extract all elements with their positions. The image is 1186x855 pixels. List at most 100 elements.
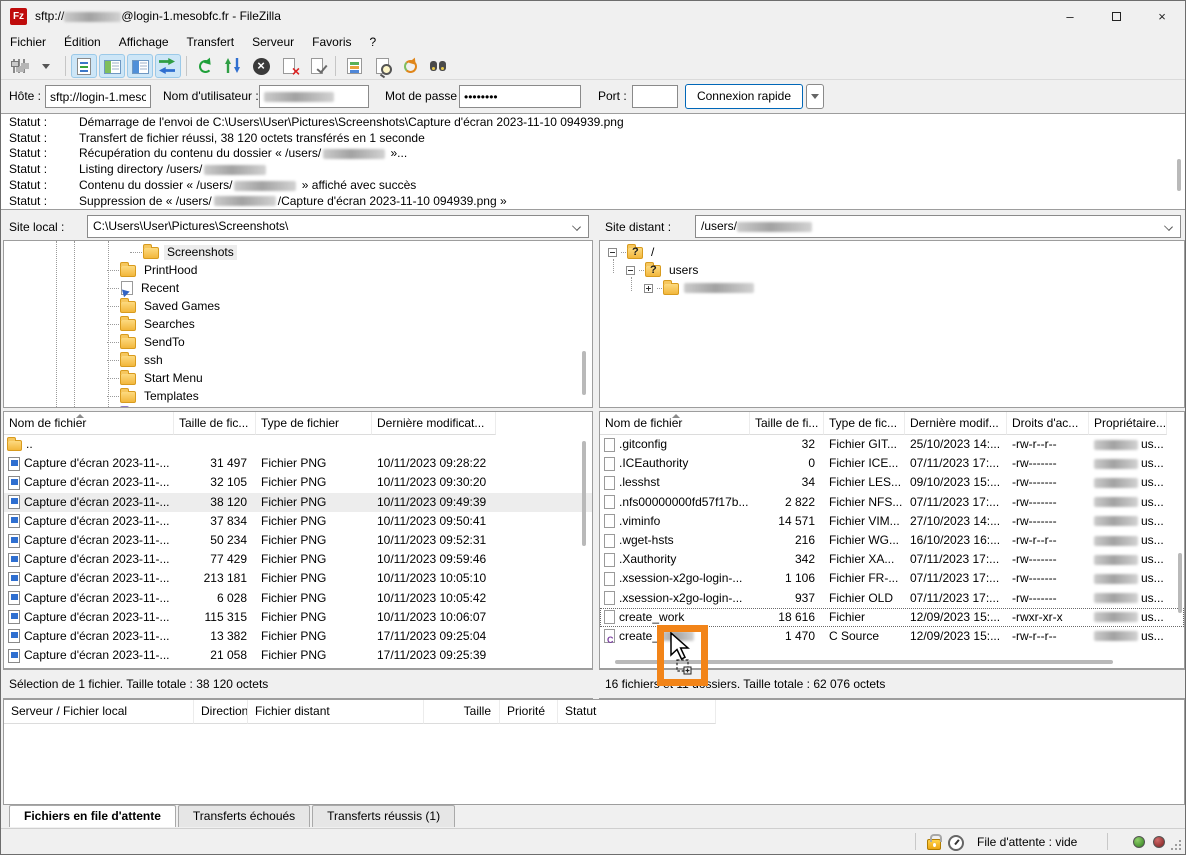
- menu-item[interactable]: Favoris: [303, 31, 360, 53]
- toggle-message-log-button[interactable]: [71, 54, 97, 78]
- column-header[interactable]: Propriétaire...: [1089, 412, 1167, 435]
- minimize-button[interactable]: –: [1047, 1, 1093, 31]
- Capture d'écran 2023-11-...[interactable]: Capture d'écran 2023-11-...38 120Fichier…: [4, 493, 592, 512]
- site-manager-button[interactable]: [6, 54, 32, 78]
- column-header[interactable]: Statut: [558, 700, 716, 724]
- directory-listing-filters-button[interactable]: [369, 54, 395, 78]
- synchronized-browsing-button[interactable]: [397, 54, 423, 78]
- queue-tab[interactable]: Fichiers en file d'attente: [9, 805, 176, 827]
- column-header[interactable]: Dernière modif...: [905, 412, 1007, 435]
- column-header[interactable]: Taille de fi...: [750, 412, 824, 435]
- column-header[interactable]: Nom de fichier: [600, 412, 750, 435]
- local-tree-item[interactable]: Start Menu: [4, 369, 592, 387]
- Capture d'écran 2023-11-...[interactable]: Capture d'écran 2023-11-...37 834Fichier…: [4, 512, 592, 531]
- log-scrollbar-thumb[interactable]: [1177, 159, 1181, 191]
- local-tree-item[interactable]: Recent: [4, 279, 592, 297]
- Capture d'écran 2023-11-...[interactable]: Capture d'écran 2023-11-...21 058Fichier…: [4, 646, 592, 665]
- password-input[interactable]: [459, 85, 581, 108]
- cancel-button[interactable]: [248, 54, 274, 78]
- local-tree-item[interactable]: SendTo: [4, 333, 592, 351]
- remote-tree-item[interactable]: users: [600, 261, 1184, 279]
- speed-limit-icon[interactable]: [948, 835, 964, 851]
- local-tree-item[interactable]: Screenshots: [4, 243, 592, 261]
- column-header[interactable]: Dernière modificat...: [372, 412, 496, 435]
- column-header[interactable]: Type de fic...: [824, 412, 905, 435]
- .xsession-x2go-login-...[interactable]: .xsession-x2go-login-...937Fichier OLD07…: [600, 589, 1184, 608]
- quickconnect-button[interactable]: Connexion rapide: [685, 84, 803, 109]
- username-label: Nom d'utilisateur :: [163, 89, 259, 103]
- port-input[interactable]: [632, 85, 678, 108]
- column-header[interactable]: Taille: [424, 700, 500, 724]
- tree-connector: [107, 342, 119, 343]
- local-site-combo[interactable]: C:\Users\User\Pictures\Screenshots\: [87, 215, 589, 238]
- .gitconfig[interactable]: .gitconfig32Fichier GIT...25/10/2023 14:…: [600, 435, 1184, 454]
- local-list-scrollbar-thumb[interactable]: [582, 441, 586, 546]
- tree-expander[interactable]: [644, 284, 653, 293]
- local-tree-item[interactable]: [4, 405, 592, 408]
- toggle-remote-tree-button[interactable]: [127, 54, 153, 78]
- statusbar: File d'attente : vide: [1, 828, 1185, 854]
- local-tree-item[interactable]: Saved Games: [4, 297, 592, 315]
- remote-tree-item[interactable]: [600, 279, 1184, 297]
- queue-tab[interactable]: Transferts échoués: [178, 805, 310, 827]
- remote-list-scrollbar-thumb[interactable]: [1178, 553, 1182, 613]
- local-tree-item[interactable]: Templates: [4, 387, 592, 405]
- .xsession-x2go-login-...[interactable]: .xsession-x2go-login-...1 106Fichier FR-…: [600, 569, 1184, 588]
- .wget-hsts[interactable]: .wget-hsts216Fichier WG...16/10/2023 16:…: [600, 531, 1184, 550]
- disconnect-button[interactable]: [276, 54, 302, 78]
- chevron-down-icon[interactable]: [573, 222, 581, 230]
- queue-tab[interactable]: Transferts réussis (1): [312, 805, 455, 827]
- ..[interactable]: ..: [4, 435, 592, 454]
- menu-item[interactable]: Transfert: [178, 31, 244, 53]
- column-header[interactable]: Fichier distant: [248, 700, 424, 724]
- remote-site-combo[interactable]: /users/: [695, 215, 1181, 238]
- Capture d'écran 2023-11-...[interactable]: Capture d'écran 2023-11-...31 497Fichier…: [4, 454, 592, 473]
- directory-comparison-button[interactable]: [341, 54, 367, 78]
- menu-item[interactable]: Édition: [55, 31, 110, 53]
- menu-item[interactable]: Fichier: [1, 31, 55, 53]
- process-queue-button[interactable]: [220, 54, 246, 78]
- refresh-button[interactable]: [192, 54, 218, 78]
- .ICEauthority[interactable]: .ICEauthority0Fichier ICE...07/11/2023 1…: [600, 454, 1184, 473]
- .nfs00000000fd57f17b...[interactable]: .nfs00000000fd57f17b...2 822Fichier NFS.…: [600, 493, 1184, 512]
- column-header[interactable]: Serveur / Fichier local: [4, 700, 194, 724]
- Capture d'écran 2023-11-...[interactable]: Capture d'écran 2023-11-...13 382Fichier…: [4, 627, 592, 646]
- menu-item[interactable]: ?: [361, 31, 386, 53]
- local-tree-item[interactable]: Searches: [4, 315, 592, 333]
- close-button[interactable]: ×: [1139, 1, 1185, 31]
- lock-icon[interactable]: [927, 839, 941, 850]
- column-header[interactable]: Taille de fic...: [174, 412, 256, 435]
- .Xauthority[interactable]: .Xauthority342Fichier XA...07/11/2023 17…: [600, 550, 1184, 569]
- Capture d'écran 2023-11-...[interactable]: Capture d'écran 2023-11-...6 028Fichier …: [4, 589, 592, 608]
- host-input[interactable]: [45, 85, 151, 108]
- toggle-local-tree-button[interactable]: [99, 54, 125, 78]
- Capture d'écran 2023-11-...[interactable]: Capture d'écran 2023-11-...77 429Fichier…: [4, 550, 592, 569]
- find-files-button[interactable]: [425, 54, 451, 78]
- create_work[interactable]: create_work18 616Fichier12/09/2023 15:..…: [600, 608, 1184, 627]
- menu-item[interactable]: Affichage: [110, 31, 178, 53]
- chevron-down-icon[interactable]: [1165, 222, 1173, 230]
- resize-grip[interactable]: [1169, 838, 1183, 852]
- Capture d'écran 2023-11-...[interactable]: Capture d'écran 2023-11-...115 315Fichie…: [4, 608, 592, 627]
- Capture d'écran 2023-11-...[interactable]: Capture d'écran 2023-11-...32 105Fichier…: [4, 473, 592, 492]
- column-header[interactable]: Nom de fichier: [4, 412, 174, 435]
- Capture d'écran 2023-11-...[interactable]: Capture d'écran 2023-11-...50 234Fichier…: [4, 531, 592, 550]
- tree-expander[interactable]: [626, 266, 635, 275]
- panel-splitter[interactable]: [593, 214, 599, 699]
- quickconnect-dropdown[interactable]: [806, 84, 824, 109]
- menu-item[interactable]: Serveur: [243, 31, 303, 53]
- column-header[interactable]: Droits d'ac...: [1007, 412, 1089, 435]
- maximize-button[interactable]: [1093, 1, 1139, 31]
- tree-expander[interactable]: [608, 248, 617, 257]
- local-tree-scrollbar-thumb[interactable]: [582, 351, 586, 395]
- column-header[interactable]: Type de fichier: [256, 412, 372, 435]
- Capture d'écran 2023-11-...[interactable]: Capture d'écran 2023-11-...213 181Fichie…: [4, 569, 592, 588]
- remote-tree-item[interactable]: /: [600, 243, 1184, 261]
- column-header[interactable]: Priorité: [500, 700, 558, 724]
- column-header[interactable]: Direction: [194, 700, 248, 724]
- local-tree-item[interactable]: PrintHood: [4, 261, 592, 279]
- local-tree-item[interactable]: ssh: [4, 351, 592, 369]
- username-input[interactable]: [259, 85, 369, 108]
- .lesshst[interactable]: .lesshst34Fichier LES...09/10/2023 15:..…: [600, 473, 1184, 492]
- .viminfo[interactable]: .viminfo14 571Fichier VIM...27/10/2023 1…: [600, 512, 1184, 531]
